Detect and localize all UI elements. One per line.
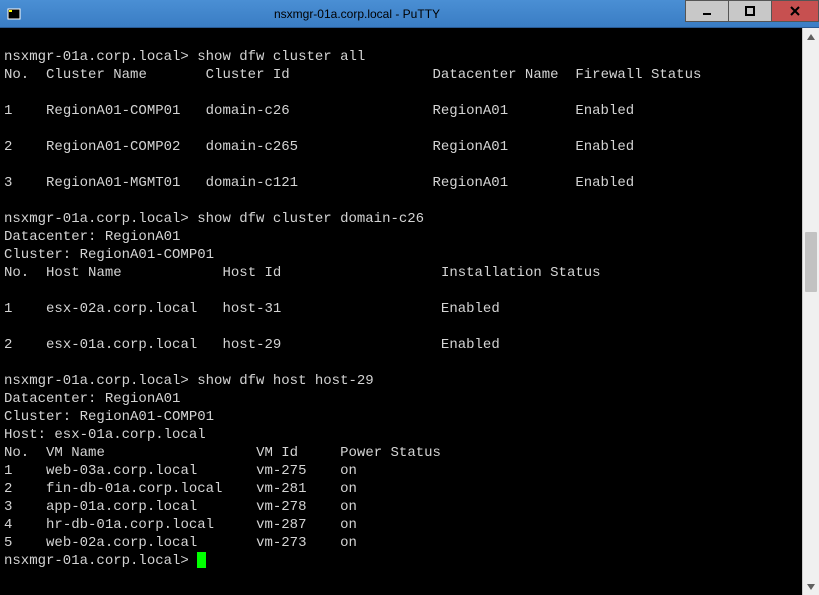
scroll-up-arrow[interactable] [803,28,819,45]
table-header: No. Cluster Name Cluster Id Datacenter N… [4,67,701,83]
maximize-button[interactable] [728,0,772,22]
table-row: 1 RegionA01-COMP01 domain-c26 RegionA01 … [4,103,634,119]
cursor [197,552,206,568]
table-row: 1 esx-02a.corp.local host-31 Enabled [4,301,500,317]
command-text: show dfw cluster domain-c26 [197,211,424,227]
prompt: nsxmgr-01a.corp.local> [4,553,189,569]
scroll-track[interactable] [803,45,819,578]
scroll-down-arrow[interactable] [803,578,819,595]
prompt: nsxmgr-01a.corp.local> [4,211,189,227]
close-button[interactable] [771,0,819,22]
table-row: 3 RegionA01-MGMT01 domain-c121 RegionA01… [4,175,634,191]
minimize-button[interactable] [685,0,729,22]
vertical-scrollbar[interactable] [802,28,819,595]
info-line: Cluster: RegionA01-COMP01 [4,247,214,263]
table-row: 1 web-03a.corp.local vm-275 on [4,463,357,479]
putty-icon [6,6,22,22]
prompt: nsxmgr-01a.corp.local> [4,49,189,65]
table-row: 5 web-02a.corp.local vm-273 on [4,535,357,551]
window-title: nsxmgr-01a.corp.local - PuTTY [28,7,686,21]
table-row: 2 esx-01a.corp.local host-29 Enabled [4,337,500,353]
command-text: show dfw cluster all [197,49,365,65]
table-header: No. VM Name VM Id Power Status [4,445,441,461]
terminal-output[interactable]: nsxmgr-01a.corp.local> show dfw cluster … [0,28,802,595]
titlebar-left [0,6,28,22]
scroll-thumb[interactable] [805,232,817,292]
table-row: 4 hr-db-01a.corp.local vm-287 on [4,517,357,533]
table-header: No. Host Name Host Id Installation Statu… [4,265,601,281]
info-line: Datacenter: RegionA01 [4,229,180,245]
info-line: Host: esx-01a.corp.local [4,427,206,443]
table-row: 2 RegionA01-COMP02 domain-c265 RegionA01… [4,139,634,155]
table-row: 2 fin-db-01a.corp.local vm-281 on [4,481,357,497]
table-row: 3 app-01a.corp.local vm-278 on [4,499,357,515]
command-text: show dfw host host-29 [197,373,373,389]
window-controls [686,0,819,27]
prompt: nsxmgr-01a.corp.local> [4,373,189,389]
titlebar[interactable]: nsxmgr-01a.corp.local - PuTTY [0,0,819,28]
info-line: Cluster: RegionA01-COMP01 [4,409,214,425]
info-line: Datacenter: RegionA01 [4,391,180,407]
